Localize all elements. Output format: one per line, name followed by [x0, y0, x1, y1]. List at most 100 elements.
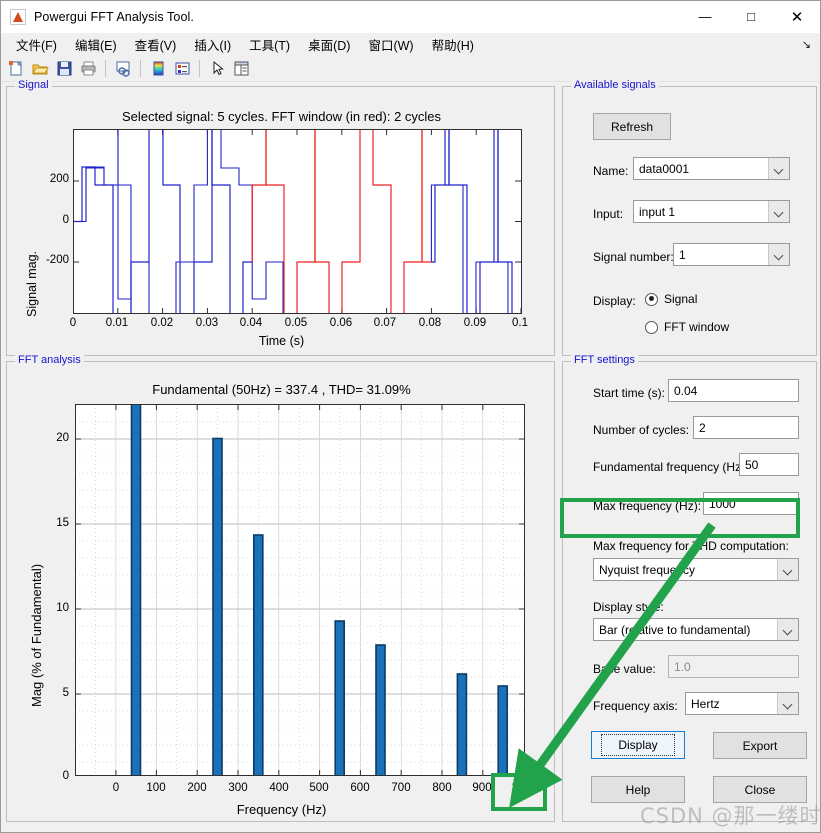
radio-fft-window[interactable]: FFT window [645, 320, 729, 334]
minimize-button[interactable]: — [682, 1, 728, 32]
signal-panel-legend: Signal [15, 79, 52, 91]
frequency-axis-select[interactable]: Hertz [685, 692, 799, 715]
fft-xtick-500: 500 [309, 782, 329, 794]
number-of-cycles-input[interactable]: 2 [693, 416, 799, 439]
display-style-select[interactable]: Bar (relative to fundamental) [593, 618, 799, 641]
radio-signal-label: Signal [664, 292, 698, 306]
display-button[interactable]: Display [591, 731, 685, 759]
content-area: Signal Selected signal: 5 cycles. FFT wi… [1, 79, 820, 832]
menu-view[interactable]: 查看(V) [126, 33, 186, 56]
signal-xtick-01: 0.1 [512, 317, 528, 329]
radio-signal-indicator[interactable] [645, 292, 658, 306]
signal-xtick-001: 0.01 [105, 317, 129, 329]
fft-analysis-panel: FFT analysis Fundamental (50Hz) = 337.4 … [6, 354, 555, 822]
max-frequency-thd-select[interactable]: Nyquist frequency [593, 558, 799, 581]
refresh-button[interactable]: Refresh [593, 113, 671, 140]
available-signals-legend: Available signals [571, 79, 659, 91]
max-frequency-input[interactable]: 1000 [703, 492, 799, 515]
fft-settings-panel: FFT settings Start time (s): 0.04 Number… [562, 354, 817, 822]
base-value-input[interactable]: 1.0 [668, 655, 799, 678]
link-plot-icon[interactable] [112, 58, 134, 79]
menu-insert[interactable]: 插入(I) [185, 33, 240, 56]
available-signals-panel: Available signals Refresh Name: data0001… [562, 79, 817, 356]
colorbar-icon[interactable] [147, 58, 169, 79]
save-icon[interactable] [53, 58, 75, 79]
plot-browser-icon[interactable] [230, 58, 252, 79]
fft-analysis-legend: FFT analysis [15, 354, 84, 366]
open-file-icon[interactable] [29, 58, 51, 79]
pointer-icon[interactable] [206, 58, 228, 79]
fft-xtick-600: 600 [350, 782, 370, 794]
radio-signal[interactable]: Signal [645, 292, 697, 306]
chevron-down-icon[interactable] [777, 559, 798, 580]
print-icon[interactable] [77, 58, 99, 79]
fft-ytick-10: 10 [56, 602, 69, 614]
chevron-down-icon[interactable] [768, 158, 789, 179]
frequency-axis-label: Frequency axis: [593, 699, 678, 713]
frequency-axis-value: Hertz [691, 696, 720, 711]
signal-panel: Signal Selected signal: 5 cycles. FFT wi… [6, 79, 555, 356]
fft-settings-legend: FFT settings [571, 354, 638, 366]
display-label: Display: [593, 294, 636, 308]
base-value-label: Base value: [593, 662, 656, 676]
fundamental-frequency-input[interactable]: 50 [739, 453, 799, 476]
fft-xtick-400: 400 [269, 782, 289, 794]
fft-ytick-5: 5 [62, 687, 69, 699]
export-button[interactable]: Export [713, 732, 807, 759]
fft-xtick-900: 900 [472, 782, 492, 794]
radio-fft-window-indicator[interactable] [645, 320, 658, 334]
signal-plot [73, 129, 522, 314]
signal-ytick-200: 200 [49, 173, 69, 185]
window-controls: — □ ✕ [682, 1, 820, 32]
signal-xtick-005: 0.05 [284, 317, 308, 329]
signal-plot-title: Selected signal: 5 cycles. FFT window (i… [121, 109, 442, 124]
tool-bar [1, 56, 820, 82]
toolbar-separator [140, 60, 141, 77]
menu-bar: 文件(F) 编辑(E) 查看(V) 插入(I) 工具(T) 桌面(D) 窗口(W… [1, 33, 820, 56]
chevron-down-icon[interactable] [777, 693, 798, 714]
signal-number-select[interactable]: 1 [673, 243, 790, 266]
start-time-input[interactable]: 0.04 [668, 379, 799, 402]
start-time-label: Start time (s): [593, 386, 666, 400]
signal-xtick-007: 0.07 [373, 317, 397, 329]
help-button[interactable]: Help [591, 776, 685, 803]
menu-file[interactable]: 文件(F) [7, 33, 66, 56]
menu-overflow-icon[interactable]: ↘ [802, 38, 811, 51]
menu-tools[interactable]: 工具(T) [240, 33, 299, 56]
display-style-label: Display style: [593, 600, 664, 614]
fft-ytick-15: 15 [56, 517, 69, 529]
new-figure-icon[interactable] [5, 58, 27, 79]
max-frequency-thd-value: Nyquist frequency [599, 562, 696, 577]
close-button[interactable]: ✕ [774, 1, 820, 32]
menu-help[interactable]: 帮助(H) [423, 33, 483, 56]
signal-ytick-0: 0 [62, 214, 69, 226]
name-label: Name: [593, 164, 629, 178]
chevron-down-icon[interactable] [768, 201, 789, 222]
window-title: Powergui FFT Analysis Tool. [34, 9, 194, 24]
input-select[interactable]: input 1 [633, 200, 790, 223]
fundamental-frequency-label: Fundamental frequency (Hz): [593, 460, 749, 474]
signal-xtick-006: 0.06 [329, 317, 353, 329]
max-frequency-label: Max frequency (Hz): [593, 499, 702, 513]
display-style-value: Bar (relative to fundamental) [599, 622, 751, 637]
signal-xtick-002: 0.02 [150, 317, 174, 329]
menu-edit[interactable]: 编辑(E) [66, 33, 126, 56]
chevron-down-icon[interactable] [777, 619, 798, 640]
maximize-button[interactable]: □ [728, 1, 774, 32]
close-button-dialog[interactable]: Close [713, 776, 807, 803]
fft-x-axis-label: Frequency (Hz) [236, 802, 327, 817]
chevron-down-icon[interactable] [768, 244, 789, 265]
toolbar-separator [199, 60, 200, 77]
legend-icon[interactable] [171, 58, 193, 79]
fft-xtick-200: 200 [187, 782, 207, 794]
menu-window[interactable]: 窗口(W) [359, 33, 422, 56]
name-select[interactable]: data0001 [633, 157, 790, 180]
fft-xtick-0: 0 [112, 782, 120, 794]
input-label: Input: [593, 207, 624, 221]
fft-xtick-100: 100 [146, 782, 166, 794]
menu-desktop[interactable]: 桌面(D) [299, 33, 359, 56]
powergui-fft-window: Powergui FFT Analysis Tool. — □ ✕ 文件(F) … [0, 0, 821, 833]
fft-ytick-20: 20 [56, 432, 69, 444]
fft-plot [75, 404, 525, 776]
fft-plot-title: Fundamental (50Hz) = 337.4 , THD= 31.09% [152, 382, 411, 397]
